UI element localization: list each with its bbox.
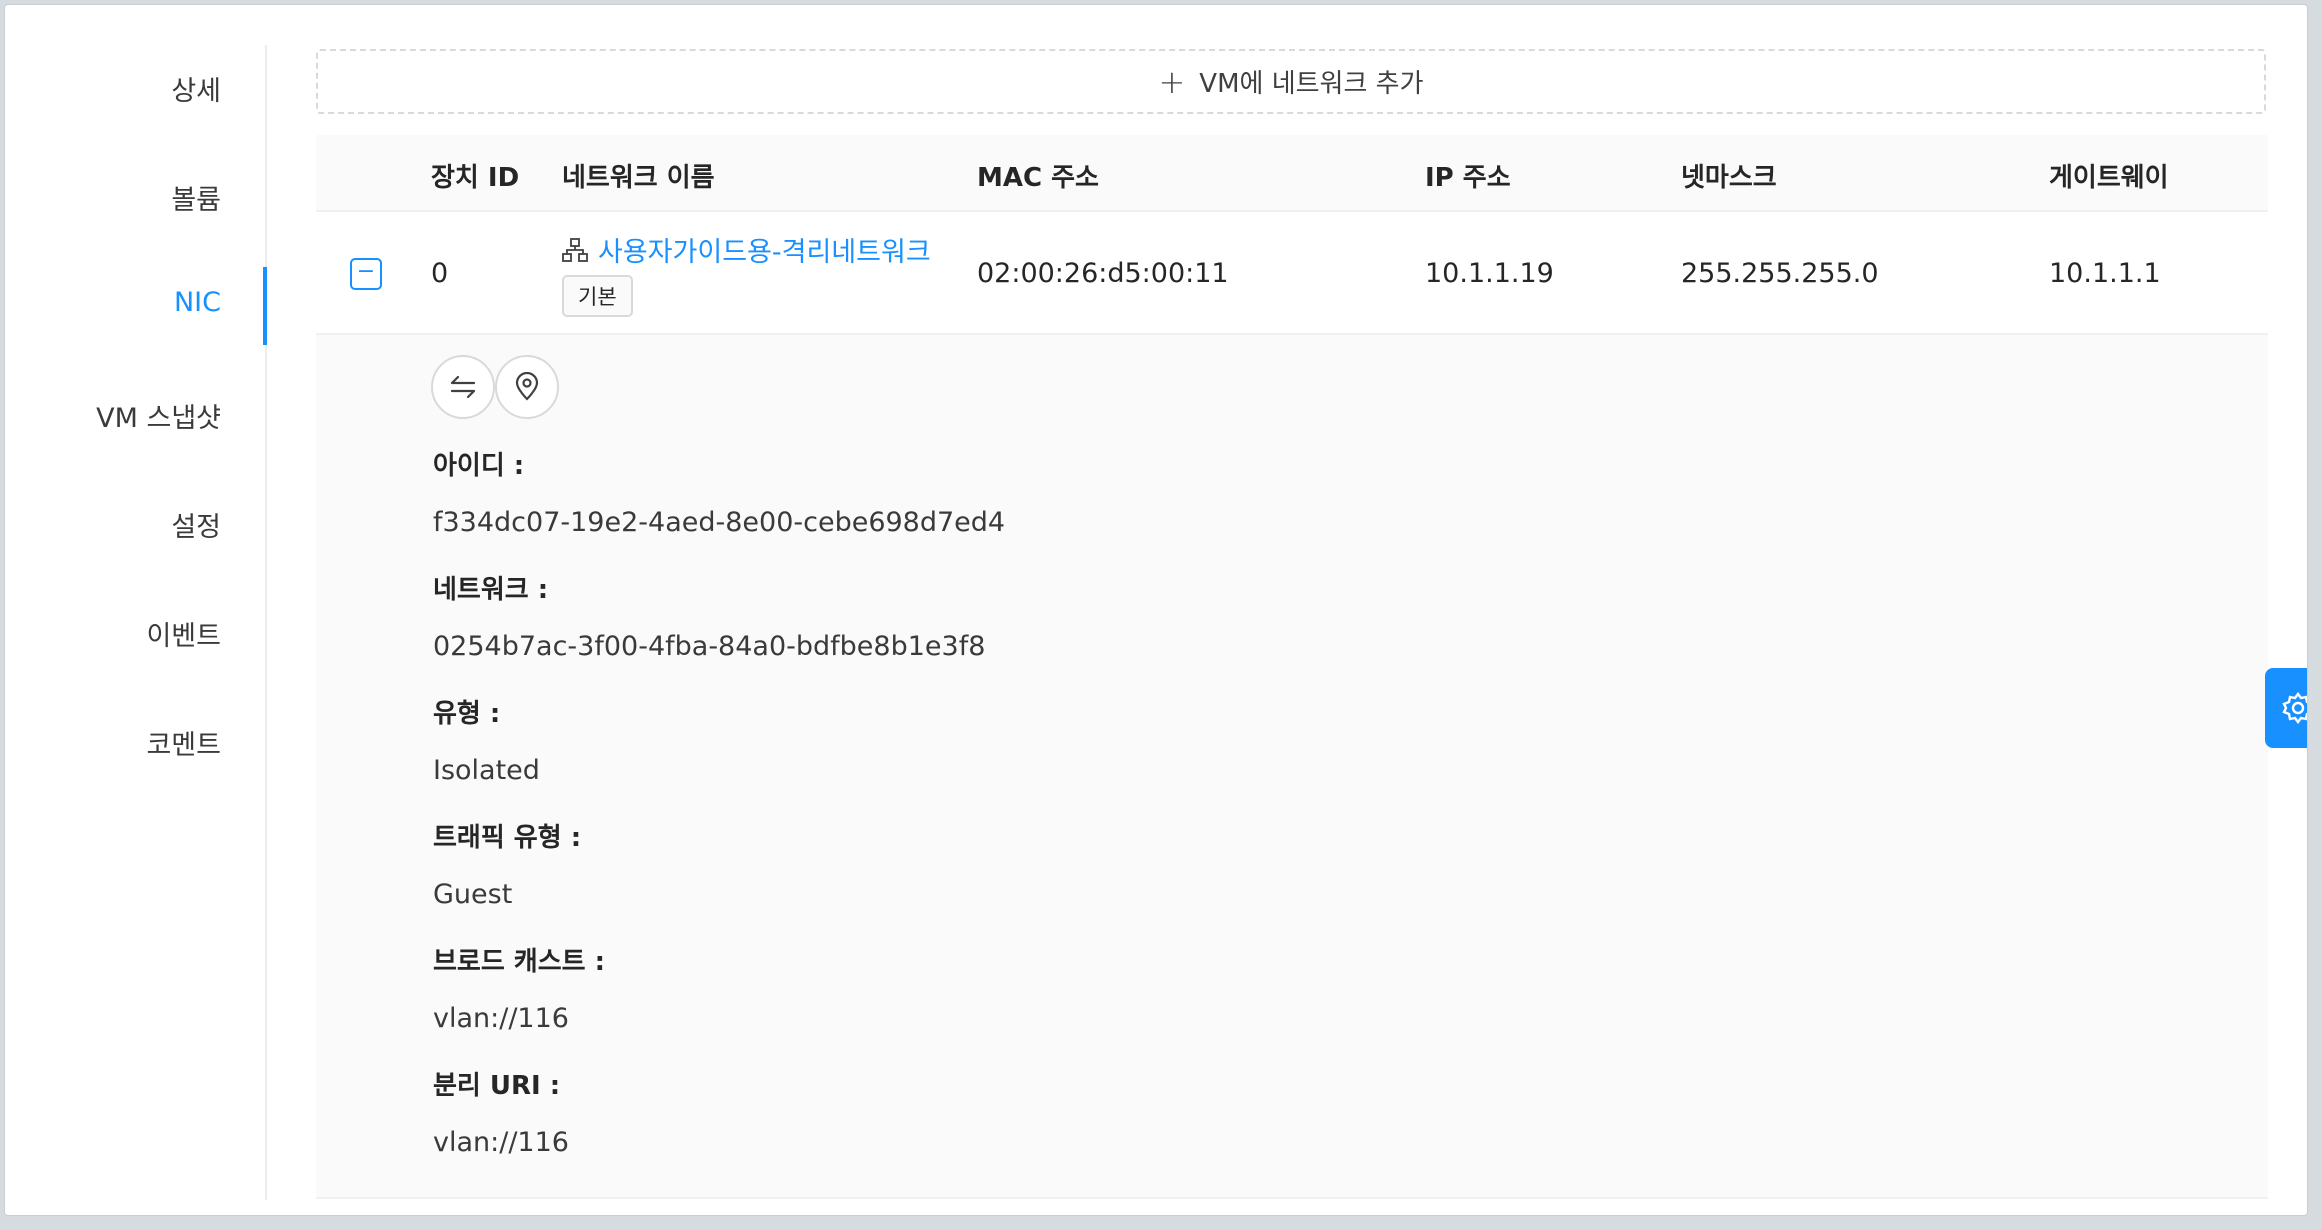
settings-floating-button[interactable]	[2265, 668, 2307, 748]
field-value-network: 0254b7ac-3f00-4fba-84a0-bdfbe8b1e3f8	[433, 631, 986, 662]
tab-vm-snapshots[interactable]: VM 스냅샷	[96, 396, 221, 435]
location-pin-button[interactable]	[495, 355, 559, 419]
cell-gateway: 10.1.1.1	[2049, 258, 2161, 289]
network-name-link[interactable]: 사용자가이드용-격리네트워크	[562, 230, 931, 269]
tab-settings[interactable]: 설정	[171, 505, 221, 544]
field-label-id: 아이디 :	[433, 451, 525, 481]
field-value-broadcast: vlan://116	[433, 1003, 569, 1034]
field-label-broadcast: 브로드 캐스트 :	[433, 947, 606, 977]
field-value-type: Isolated	[433, 755, 540, 786]
tab-volumes[interactable]: 볼륨	[171, 178, 221, 217]
col-ip-address[interactable]: IP 주소	[1425, 157, 1511, 194]
tab-nic[interactable]: NIC	[174, 287, 221, 318]
field-value-traffic-type: Guest	[433, 879, 513, 910]
col-device-id[interactable]: 장치 ID	[431, 157, 519, 194]
nic-expanded-detail: 아이디 : f334dc07-19e2-4aed-8e00-cebe698d7e…	[316, 335, 2268, 1199]
field-label-isolation-uri: 분리 URI :	[433, 1071, 561, 1101]
col-gateway[interactable]: 게이트웨이	[2049, 157, 2169, 194]
field-value-isolation-uri: vlan://116	[433, 1127, 569, 1158]
field-label-type: 유형 :	[433, 699, 501, 729]
col-network-name[interactable]: 네트워크 이름	[562, 157, 715, 194]
default-tag: 기본	[562, 275, 633, 317]
cell-mac-address: 02:00:26:d5:00:11	[977, 258, 1229, 289]
field-label-network: 네트워크 :	[433, 575, 549, 605]
tab-details[interactable]: 상세	[171, 69, 221, 108]
col-netmask[interactable]: 넷마스크	[1681, 157, 1777, 194]
tab-comments[interactable]: 코멘트	[146, 723, 221, 762]
col-mac-address[interactable]: MAC 주소	[977, 157, 1099, 194]
active-tab-indicator	[263, 267, 267, 345]
add-network-button[interactable]: + VM에 네트워크 추가	[316, 49, 2266, 114]
swap-arrows-button[interactable]	[431, 355, 495, 419]
add-network-label: VM에 네트워크 추가	[1199, 69, 1424, 99]
collapse-minus-icon[interactable]: −	[350, 258, 382, 290]
field-label-traffic-type: 트래픽 유형 :	[433, 823, 582, 853]
app-frame: 상세 볼륨 NIC VM 스냅샷 설정 이벤트 코멘트 + VM에 네트워크 추…	[4, 4, 2308, 1216]
network-topology-icon	[562, 237, 588, 262]
field-value-id: f334dc07-19e2-4aed-8e00-cebe698d7ed4	[433, 507, 1006, 538]
network-name-text: 사용자가이드용-격리네트워크	[598, 237, 931, 268]
cell-netmask: 255.255.255.0	[1681, 258, 1879, 289]
gear-icon	[2282, 692, 2307, 724]
table-row: − 0 사용자가이드용-격리네트워크 기본 02:00:26:d5:00:11 …	[316, 212, 2268, 335]
cell-ip-address: 10.1.1.19	[1425, 258, 1554, 289]
detail-tabs: 상세 볼륨 NIC VM 스냅샷 설정 이벤트 코멘트	[5, 45, 267, 1200]
tab-events[interactable]: 이벤트	[146, 614, 221, 653]
plus-icon: +	[1158, 62, 1186, 101]
swap-arrows-icon	[450, 375, 476, 399]
nic-table-header: 장치 ID 네트워크 이름 MAC 주소 IP 주소 넷마스크 게이트웨이	[316, 135, 2268, 212]
cell-device-id: 0	[431, 258, 449, 289]
location-pin-icon	[515, 372, 539, 401]
